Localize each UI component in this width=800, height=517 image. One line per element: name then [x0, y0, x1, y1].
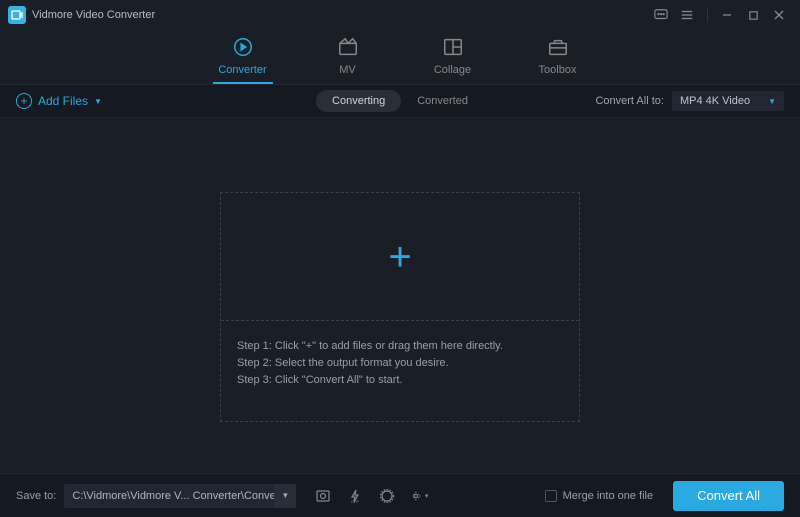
- content-area: + Step 1: Click "+" to add files or drag…: [0, 118, 800, 496]
- maximize-button[interactable]: [740, 2, 766, 28]
- menu-icon[interactable]: [674, 2, 700, 28]
- instructions: Step 1: Click "+" to add files or drag t…: [221, 321, 579, 405]
- tab-converted[interactable]: Converted: [401, 90, 484, 112]
- tab-collage[interactable]: Collage: [423, 36, 483, 84]
- drop-zone-top: +: [221, 193, 579, 321]
- titlebar: Vidmore Video Converter: [0, 0, 800, 30]
- footer-tools: OFF ▾: [314, 487, 428, 505]
- settings-icon[interactable]: ▾: [410, 487, 428, 505]
- divider: [700, 2, 714, 28]
- tab-toolbox[interactable]: Toolbox: [528, 36, 588, 84]
- tab-label: Collage: [434, 64, 471, 76]
- save-path-box: C:\Vidmore\Vidmore V... Converter\Conver…: [64, 484, 296, 508]
- tab-converting[interactable]: Converting: [316, 90, 401, 112]
- step-text: Step 1: Click "+" to add files or drag t…: [237, 340, 563, 352]
- save-path-dropdown[interactable]: ▼: [274, 484, 296, 508]
- convert-all-to-label: Convert All to:: [595, 95, 663, 107]
- toolbox-icon: [547, 36, 569, 58]
- main-tabs: Converter MV Collage Toolbox: [0, 30, 800, 84]
- gpu-accel-icon[interactable]: OFF: [346, 487, 364, 505]
- chevron-down-icon: ▼: [768, 97, 776, 106]
- tab-mv[interactable]: MV: [318, 36, 378, 84]
- tab-converter[interactable]: Converter: [213, 36, 273, 84]
- drop-zone[interactable]: + Step 1: Click "+" to add files or drag…: [220, 192, 580, 422]
- tab-label: Converter: [218, 64, 266, 76]
- add-files-label: Add Files: [38, 94, 88, 108]
- add-plus-icon[interactable]: +: [388, 237, 411, 277]
- tab-label: MV: [339, 64, 356, 76]
- save-to-label: Save to:: [16, 490, 56, 502]
- svg-text:OFF: OFF: [351, 499, 360, 504]
- mv-icon: [337, 36, 359, 58]
- app-logo: [8, 6, 26, 24]
- open-folder-icon[interactable]: [314, 487, 332, 505]
- merge-checkbox[interactable]: Merge into one file: [545, 490, 654, 502]
- convert-all-button[interactable]: Convert All: [673, 481, 784, 511]
- sub-toolbar: + Add Files ▼ Converting Converted Conve…: [0, 84, 800, 118]
- tab-label: Toolbox: [539, 64, 577, 76]
- app-title: Vidmore Video Converter: [32, 9, 155, 21]
- footer: Save to: C:\Vidmore\Vidmore V... Convert…: [0, 473, 800, 517]
- merge-label: Merge into one file: [563, 490, 654, 502]
- converter-icon: [232, 36, 254, 58]
- step-text: Step 2: Select the output format you des…: [237, 357, 563, 369]
- format-value: MP4 4K Video: [680, 95, 750, 107]
- plus-circle-icon: +: [16, 93, 32, 109]
- high-speed-icon[interactable]: [378, 487, 396, 505]
- state-tabs: Converting Converted: [316, 90, 484, 112]
- save-path-input[interactable]: C:\Vidmore\Vidmore V... Converter\Conver…: [64, 484, 274, 508]
- chevron-down-icon: ▼: [94, 97, 102, 106]
- minimize-button[interactable]: [714, 2, 740, 28]
- add-files-button[interactable]: + Add Files ▼: [16, 93, 102, 109]
- checkbox-icon: [545, 490, 557, 502]
- format-select[interactable]: MP4 4K Video ▼: [672, 91, 784, 111]
- collage-icon: [442, 36, 464, 58]
- convert-all-to: Convert All to: MP4 4K Video ▼: [595, 91, 784, 111]
- close-button[interactable]: [766, 2, 792, 28]
- step-text: Step 3: Click "Convert All" to start.: [237, 374, 563, 386]
- feedback-icon[interactable]: [648, 2, 674, 28]
